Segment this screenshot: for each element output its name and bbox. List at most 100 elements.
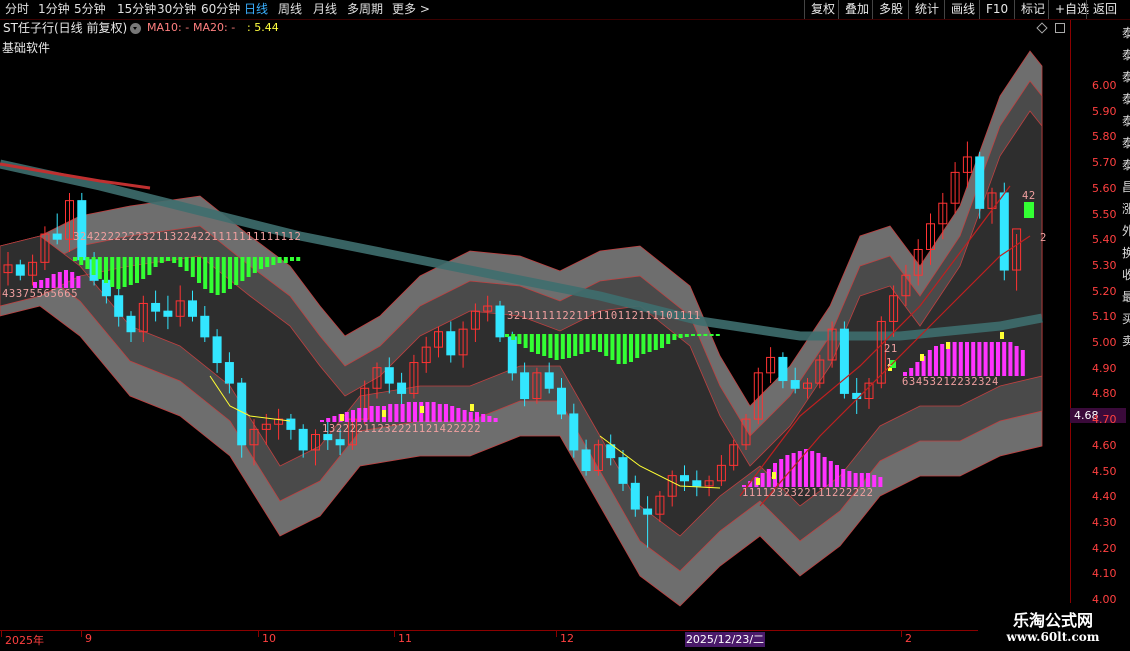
macd-pos-bar [915,362,920,376]
macd-pos-bar [57,272,62,288]
macd-pos-bar [1014,346,1019,376]
period-tab-9[interactable]: 多周期 [347,1,383,18]
macd-neg-bar [147,257,152,275]
price-tick: 4.00 [1092,593,1117,606]
signal-marker [382,410,386,417]
toolbar-button-3[interactable]: 统计 [908,0,945,19]
price-tick: 4.60 [1092,438,1117,452]
macd-pos-bar [45,278,50,288]
macd-neg-bar [554,334,559,360]
macd-neg-bar [511,334,516,340]
candle-body [15,264,25,276]
count-sequence: 1111232322111222222 [742,487,874,499]
period-tab-8[interactable]: 月线 [313,1,337,18]
macd-pos-bar [1020,350,1025,376]
candlestick-chart[interactable] [0,36,1070,630]
period-tab-0[interactable]: 分时 [5,1,29,18]
macd-pos-bar [369,406,374,422]
period-tab-10[interactable]: 更多 > [392,1,430,18]
macd-neg-bar [635,334,640,358]
toolbar-button-5[interactable]: F10 [979,0,1014,19]
price-tick: 5.20 [1092,284,1117,298]
date-label: 10 [262,632,276,645]
macd-pos-bar [977,342,982,376]
candle-body [298,428,308,451]
toolbar-button-4[interactable]: 画线 [944,0,981,19]
macd-pos-bar [475,412,479,422]
count-sequence: 324222222232113224221111111111112 [73,231,302,243]
period-tab-5[interactable]: 60分钟 [201,1,240,18]
macd-neg-bar [548,334,553,358]
macd-neg-bar [560,334,565,359]
macd-neg-bar [523,334,528,348]
toolbar-button-6[interactable]: 标记 [1014,0,1051,19]
toolbar-button-8[interactable]: 返回 [1086,0,1123,19]
macd-pos-bar [468,412,473,422]
signal-marker [1024,202,1034,218]
candle-body [200,315,210,338]
watermark-title: 乐淘公式网 [1012,611,1093,630]
macd-neg-bar [153,257,158,267]
toolbar-button-2[interactable]: 多股 [872,0,909,19]
macd-neg-bar [529,334,534,352]
candle-body [581,449,591,472]
info-strip-char: 收 [1122,268,1130,282]
diamond-icon[interactable] [1036,22,1048,34]
candle-body [446,331,456,356]
macd-pos-bar [437,404,442,422]
price-tick: 5.70 [1092,156,1117,170]
candle-body [237,382,247,446]
macd-pos-bar [810,451,815,487]
macd-neg-bar [653,334,658,350]
macd-pos-bar [983,342,988,376]
period-tab-1[interactable]: 1分钟 [38,1,70,18]
candle-body [323,434,333,441]
macd-neg-bar [85,257,90,269]
period-tab-7[interactable]: 周线 [278,1,302,18]
macd-neg-bar [221,257,226,293]
candle-body [52,233,62,240]
candle-body [618,457,628,484]
macd-neg-bar [691,334,695,336]
macd-neg-bar [703,334,708,336]
macd-neg-bar [203,257,208,289]
candle-body [384,367,394,384]
period-tab-3[interactable]: 15分钟 [117,1,156,18]
price-tick: 5.00 [1092,336,1117,349]
macd-pos-bar [841,469,846,487]
indicator-dropdown-icon[interactable] [130,23,141,34]
macd-pos-bar [760,473,765,487]
macd-pos-bar [909,368,914,376]
count-sequence: 21 [884,343,898,355]
macd-neg-bar [517,334,522,344]
macd-neg-bar [697,334,702,336]
toolbar-button-1[interactable]: 叠加 [838,0,875,19]
macd-pos-bar [996,342,1000,376]
macd-neg-bar [104,257,108,283]
candle-body [557,387,566,415]
period-tab-2[interactable]: 5分钟 [74,1,106,18]
candle-body [224,362,234,384]
macd-pos-bar [487,416,492,422]
macd-pos-bar [965,342,969,376]
candle-body [975,156,985,209]
macd-neg-bar [73,257,77,261]
info-strip-char: 涨 [1122,202,1130,216]
info-strip-char: 外 [1122,224,1130,238]
period-tab-6[interactable]: 日线 [244,1,268,18]
expand-icon[interactable] [1055,23,1065,33]
macd-neg-bar [604,334,609,356]
macd-pos-bar [481,414,486,422]
candle-body [520,372,530,400]
info-strip-char: 卖 [1122,334,1130,348]
macd-pos-bar [934,346,938,376]
info-strip-char: 泰 [1122,158,1130,172]
macd-neg-bar [141,257,146,279]
macd-neg-bar [122,257,127,287]
ma20-value: : 5.44 [247,21,279,34]
info-strip-char: 买 [1122,312,1130,326]
toolbar-button-0[interactable]: 复权 [804,0,841,19]
macd-neg-bar [190,257,195,277]
period-tab-4[interactable]: 30分钟 [157,1,196,18]
signal-marker [340,414,344,421]
